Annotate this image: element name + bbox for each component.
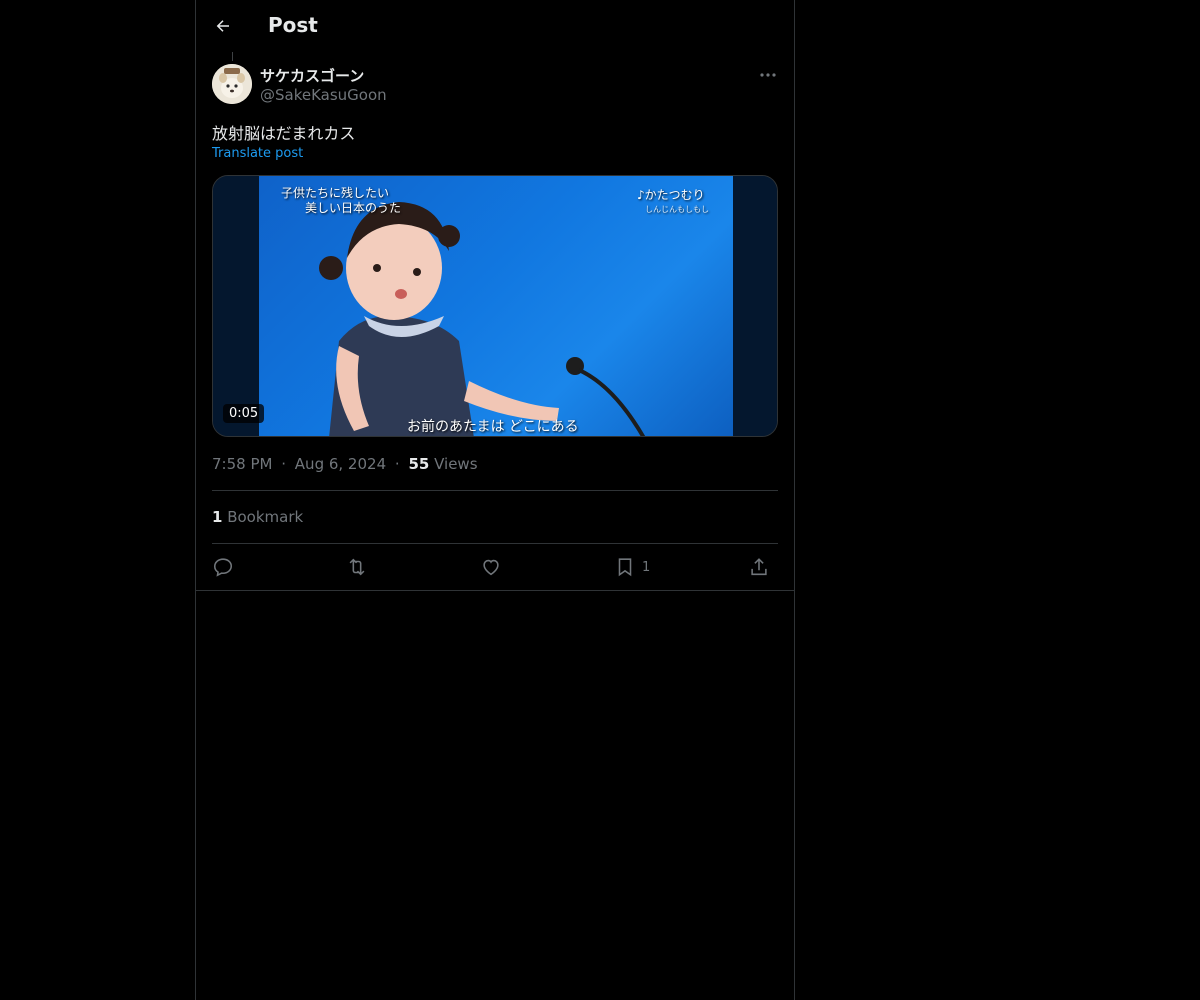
translate-post-link[interactable]: Translate post [212,146,303,161]
author-display-name[interactable]: サケカスゴーン [260,65,364,86]
reply-icon [213,558,233,577]
video-duration-badge: 0:05 [223,404,265,423]
post-text: 放射脳はだまれカス [212,124,356,143]
post-date[interactable]: Aug 6, 2024 [295,455,386,473]
share-icon [751,558,767,576]
meta-separator: · [394,455,400,473]
reply-button[interactable] [212,553,234,581]
bookmarks-count: 1 [212,508,223,526]
video-overlay-title-2: 美しい日本のうた [305,201,402,215]
post-time[interactable]: 7:58 PM [212,455,272,473]
more-horizontal-icon [760,73,776,77]
author-handle[interactable]: @SakeKasuGoon [260,86,387,104]
bookmarks-stat[interactable]: 1 Bookmark [212,508,303,526]
avatar[interactable] [212,64,252,104]
divider [212,490,778,491]
main-column: Post サケカスゴーン @SakeKasuGoon 放射脳はだまれカス Tra… [195,0,795,1000]
post-bottom-border [196,590,794,591]
bookmark-button[interactable]: 1 [614,553,650,581]
repost-icon [349,558,365,576]
page-title: Post [268,13,318,37]
video-letterbox-right [733,176,777,436]
divider [212,543,778,544]
share-button[interactable] [748,553,770,581]
video-thumbnail: 子供たちに残したい 美しい日本のうた ♪かたつむり しんじんもしもし お前のあた… [259,176,733,436]
page-header: Post [196,0,794,54]
avatar-dog-icon [212,64,252,104]
bookmark-action-count: 1 [642,559,651,575]
thread-connector-line [232,52,233,61]
repost-button[interactable] [346,553,368,581]
arrow-left-icon [216,20,229,32]
bookmark-icon [618,558,632,577]
video-overlay-song: ♪かたつむり [637,188,705,202]
meta-separator: · [281,455,287,473]
video-subtitle: お前のあたまは どこにある [407,419,579,435]
heart-icon [483,559,499,576]
more-options-button[interactable] [756,64,780,86]
action-bar: 1 [212,553,778,581]
back-button[interactable] [206,9,240,43]
post-metadata: 7:58 PM · Aug 6, 2024 · 55 Views [212,455,478,473]
bookmarks-label: Bookmark [227,508,304,526]
video-overlay-song-sub: しんじんもしもし [645,205,709,214]
like-button[interactable] [480,553,502,581]
views-count: 55 [408,455,430,473]
video-player[interactable]: 子供たちに残したい 美しい日本のうた ♪かたつむり しんじんもしもし お前のあた… [212,175,778,437]
views-label: Views [434,455,478,473]
video-letterbox-left [213,176,259,436]
